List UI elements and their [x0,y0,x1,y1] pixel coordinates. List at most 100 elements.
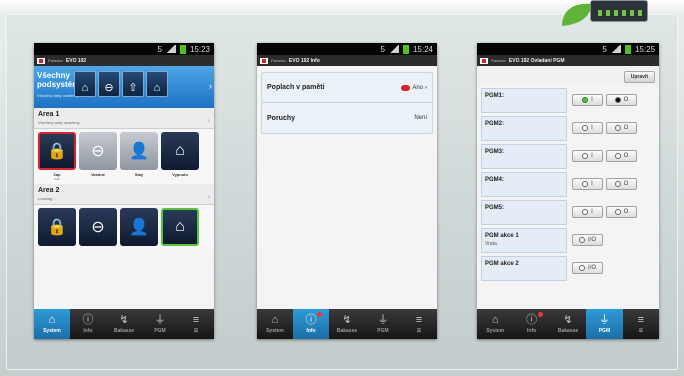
house-icon: ⌂ [161,132,199,170]
pgm-toggle-switch[interactable]: I/O [572,234,603,246]
person-icon: 👤 [120,132,158,170]
app-tag: Paradox [48,58,63,63]
tile-sublabel: Stav [53,177,60,181]
led-icon [614,125,621,131]
nav-menu[interactable]: ≡ ☰ [401,309,437,339]
all-partitions-banner[interactable]: Všechny podsystémy Všechny cisty uzavřen… [34,66,214,108]
status-time: 15:24 [412,44,433,54]
nav-info[interactable]: ⓘ Info [70,309,106,339]
pgm-off-switch[interactable]: O [606,178,637,190]
shortcut-icon: ↯ [119,313,129,326]
wifi-icon: 5 [380,44,385,54]
partial-tile[interactable]: ⊖ Vasbné [79,132,117,181]
chevron-right-icon: › [425,84,427,91]
edit-button[interactable]: Upravit [623,71,655,83]
shortcut-icon: ↯ [563,313,573,326]
faults-row[interactable]: Poruchy Není [262,103,432,133]
system-icon: ⌂ [271,313,279,326]
pgm-row: PGM1: I O [477,86,659,114]
banner-buttons: ⌂ ⊖ ⇧ ⌂ [74,71,168,97]
nav-bakasse[interactable]: ↯ Bakasse [550,309,586,339]
arm-tile[interactable]: 🔒 [38,208,76,246]
partial-tile[interactable]: ⊖ [79,208,117,246]
shortcut-icon: ↯ [342,313,352,326]
status-bar: 5 15:25 [477,43,659,55]
pgm-off-switch[interactable]: O [606,122,637,134]
bottom-nav: ⌂ System ⓘ Info ↯ Bakasse ⏚ PGM ≡ ☰ [477,309,659,339]
led-icon [582,125,589,131]
phone-system-screen: 5 15:23 Paradox EVO 192 Všechny podsysté… [34,43,214,339]
action-bar: Upravit [477,66,659,86]
dots-decoration [598,10,644,16]
menu-icon: ≡ [192,313,200,326]
stay-tile[interactable]: 👤 [120,208,158,246]
flag-icon [37,57,45,64]
nav-info[interactable]: ⓘ Info [293,309,329,339]
nav-info[interactable]: ⓘ Info [513,309,549,339]
pgm-on-switch[interactable]: I [572,94,603,106]
status-time: 15:23 [189,44,210,54]
area-1-controls: 🔒 Zap Stav ⊖ Vasbné 👤 Stay ⌂ Vypnuto [34,129,214,184]
app-logo [560,0,660,26]
area-2-title: Area 2 [38,187,60,194]
area-2-controls: 🔒 ⊖ 👤 ⌂ [34,205,214,249]
faults-value: Není [414,115,427,121]
system-icon: ⌂ [48,313,56,326]
area-1-header[interactable]: Area 1 Všechny cisty uzavřeny › [34,108,214,129]
app-title: EVO 192 [65,57,87,64]
minus-circle-icon: ⊖ [79,132,117,170]
stay-tile[interactable]: 👤 Stay [120,132,158,181]
disarm-all-button[interactable]: ⌂ [146,71,168,97]
notification-badge [317,312,322,317]
bottom-nav: ⌂ System ⓘ Info ↯ Bakasse ⏚ PGM ≡ ☰ [257,309,437,339]
alarm-memory-label: Poplach v paměti [267,84,325,91]
nav-menu[interactable]: ≡ ☰ [178,309,214,339]
led-icon [614,181,621,187]
led-icon [582,97,589,103]
area-2-subtitle: Loading... [38,196,56,201]
faults-label: Poruchy [267,114,296,122]
nav-system[interactable]: ⌂ System [257,309,293,339]
arm-all-button[interactable]: ⌂ [74,71,96,97]
info-list: Poplach v paměti Ano › Poruchy Není [261,72,433,134]
pgm-label: PGM2: [481,115,567,141]
nav-pgm[interactable]: ⏚ PGM [586,309,623,339]
nav-bakasse[interactable]: ↯ Bakasse [106,309,142,339]
led-icon [614,153,621,159]
disarm-tile[interactable]: ⌂ [161,208,199,246]
nav-bakasse[interactable]: ↯ Bakasse [329,309,365,339]
pgm-on-switch[interactable]: I [572,122,603,134]
pgm-icon: ⏚ [154,313,166,326]
pgm-off-switch[interactable]: O [606,150,637,162]
led-icon [578,265,585,271]
house-icon: ⌂ [161,208,199,246]
flag-icon [260,57,268,64]
tile-label: Stay [134,172,144,177]
nav-pgm[interactable]: ⏚ PGM [365,309,401,339]
nav-menu[interactable]: ≡ ☰ [623,309,659,339]
alarm-memory-row[interactable]: Poplach v paměti Ano › [262,73,432,103]
pgm-on-switch[interactable]: I [572,206,603,218]
sleep-all-button[interactable]: ⇧ [122,71,144,97]
nav-system[interactable]: ⌂ System [34,309,70,339]
stay-all-button[interactable]: ⊖ [98,71,120,97]
pgm-label: PGM5: [481,199,567,225]
nav-system[interactable]: ⌂ System [477,309,513,339]
pgm-label: PGM akce 1 Vrata [481,227,567,253]
nav-pgm[interactable]: ⏚ PGM [142,309,178,339]
arm-tile[interactable]: 🔒 Zap Stav [38,132,76,181]
pgm-off-switch[interactable]: O [606,94,637,106]
pgm-toggle-switch[interactable]: I/O [572,262,603,274]
pgm-row: PGM akce 2 I/O [477,254,659,282]
pgm-on-switch[interactable]: I [572,178,603,190]
pgm-label: PGM akce 2 [481,255,567,281]
pgm-on-switch[interactable]: I [572,150,603,162]
disarm-tile[interactable]: ⌂ Vypnuto [161,132,199,181]
pgm-label-sub: Vrata [485,240,497,247]
pgm-off-switch[interactable]: O [606,206,637,218]
pgm-row: PGM2: I O [477,114,659,142]
area-2-header[interactable]: Area 2 Loading... › [34,184,214,205]
led-icon [578,237,585,243]
pgm-icon: ⏚ [598,313,610,326]
alarm-icon [401,84,411,91]
